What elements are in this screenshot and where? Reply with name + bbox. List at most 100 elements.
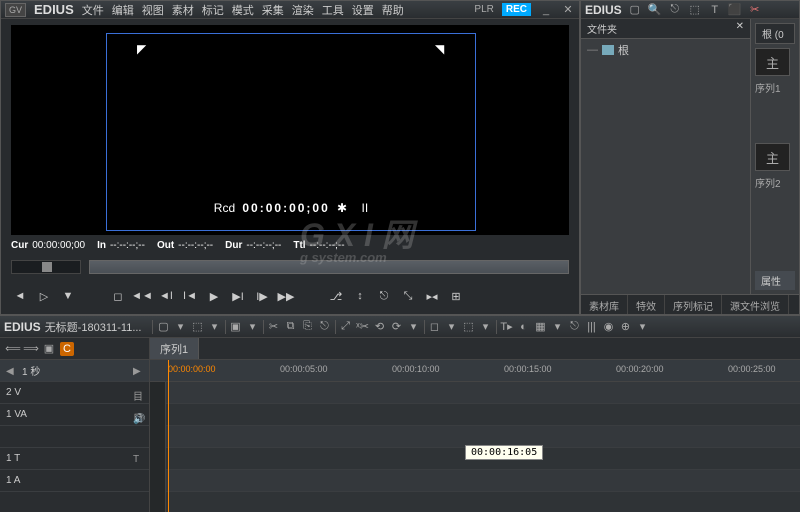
plr-label[interactable]: PLR (474, 4, 493, 15)
transport-btn-14[interactable]: ⤡ (399, 287, 417, 305)
bin-tool-5[interactable]: ⬛ (728, 3, 742, 17)
tl-toolbar-14[interactable]: ▾ (407, 320, 421, 334)
tl-toolbar-21[interactable]: ▦ (534, 320, 548, 334)
properties-row[interactable]: 属性 (755, 271, 795, 290)
viewport[interactable]: ◤ ◥ Rcd 00:00:00;00 ✱ II (11, 25, 569, 235)
tl-ctrl-2[interactable]: ▣ (42, 342, 56, 356)
tl-toolbar-25[interactable]: ◉ (602, 320, 616, 334)
transport-btn-13[interactable]: ⎋ (375, 287, 393, 305)
jog-slider[interactable] (11, 260, 81, 274)
tl-ctrl-c[interactable]: C (60, 342, 74, 356)
menu-view[interactable]: 视图 (142, 2, 164, 18)
menu-tools[interactable]: 工具 (322, 2, 344, 18)
tl-toolbar-19[interactable]: T▸ (500, 320, 514, 334)
tl-toolbar-15[interactable]: ◻ (428, 320, 442, 334)
track-header-0[interactable]: ◀1 秒▶ (0, 360, 149, 382)
track-lane[interactable] (150, 404, 800, 426)
menu-edit[interactable]: 编辑 (112, 2, 134, 18)
transport-btn-11[interactable]: ⎇ (327, 287, 345, 305)
tl-toolbar-1[interactable]: ▾ (174, 320, 188, 334)
tl-toolbar-16[interactable]: ▾ (445, 320, 459, 334)
tl-toolbar-26[interactable]: ⊕ (619, 320, 633, 334)
tl-toolbar-22[interactable]: ▾ (551, 320, 565, 334)
tab-browse[interactable]: 源文件浏览 (722, 295, 789, 314)
tl-toolbar-3[interactable]: ▾ (208, 320, 222, 334)
bin-tool-0[interactable]: ▢ (628, 3, 642, 17)
transport-btn-9[interactable]: I▶ (253, 287, 271, 305)
track-header-3[interactable] (0, 426, 149, 448)
tl-toolbar-24[interactable]: ||| (585, 320, 599, 334)
tl-toolbar-10[interactable]: ⤢ (339, 320, 353, 334)
track-lane[interactable] (150, 382, 800, 404)
bin-tool-2[interactable]: ⎋ (668, 3, 682, 17)
menu-mode[interactable]: 模式 (232, 2, 254, 18)
transport-btn-7[interactable]: ▶ (205, 287, 223, 305)
track-header-2 V[interactable]: 2 V目 (0, 382, 149, 404)
playhead[interactable] (168, 360, 169, 512)
tab-effects[interactable]: 特效 (628, 295, 665, 314)
tl-toolbar-4[interactable]: ▣ (229, 320, 243, 334)
text-tool-icon[interactable]: T (708, 3, 722, 17)
tl-toolbar-5[interactable]: ▾ (246, 320, 260, 334)
tab-markers[interactable]: 序列标记 (665, 295, 722, 314)
tl-toolbar-20[interactable]: ◐ (517, 320, 531, 334)
menu-clip[interactable]: 素材 (172, 2, 194, 18)
minimize-icon[interactable]: _ (539, 4, 553, 16)
transport-btn-4[interactable]: ◄◄ (133, 287, 151, 305)
tl-toolbar-6[interactable]: ✂ (267, 320, 281, 334)
transport-btn-8[interactable]: ▶I (229, 287, 247, 305)
tl-toolbar-17[interactable]: ⬚ (462, 320, 476, 334)
menu-marker[interactable]: 标记 (202, 2, 224, 18)
menu-file[interactable]: 文件 (82, 2, 104, 18)
sequence-thumb-2[interactable]: 主 (755, 143, 790, 171)
tab-library[interactable]: 素材库 (581, 295, 628, 314)
tl-toolbar-18[interactable]: ▾ (479, 320, 493, 334)
track-lane[interactable] (150, 470, 800, 492)
shuttle-slider[interactable] (89, 260, 569, 274)
folder-root[interactable]: —根 (581, 39, 750, 61)
tl-toolbar-27[interactable]: ▾ (636, 320, 650, 334)
menu-settings[interactable]: 设置 (352, 2, 374, 18)
tl-ctrl-1[interactable]: ⟹ (24, 342, 38, 356)
tl-toolbar-0[interactable]: ▢ (157, 320, 171, 334)
transport-btn-5[interactable]: ◄I (157, 287, 175, 305)
sequence-tab[interactable]: 序列1 (150, 338, 199, 359)
tl-toolbar-23[interactable]: ⎋ (568, 320, 582, 334)
transport-btn-10[interactable]: ▶▶ (277, 287, 295, 305)
track-content[interactable]: 00:00:00:0000:00:05:0000:00:10:0000:00:1… (150, 360, 800, 512)
menu-help[interactable]: 帮助 (382, 2, 404, 18)
close-icon[interactable]: ✕ (561, 4, 575, 16)
tl-toolbar-7[interactable]: ⧉ (284, 320, 298, 334)
ruler-tc: 00:00:25:00 (728, 364, 776, 374)
search-icon[interactable]: 🔍 (648, 3, 662, 17)
rec-label[interactable]: REC (502, 3, 531, 16)
tl-toolbar-8[interactable]: ⎘ (301, 320, 315, 334)
menu-bar: GV EDIUS 文件 编辑 视图 素材 标记 模式 采集 渲染 工具 设置 帮… (1, 1, 579, 19)
tl-toolbar-13[interactable]: ⟳ (390, 320, 404, 334)
tl-toolbar-12[interactable]: ⟲ (373, 320, 387, 334)
menu-capture[interactable]: 采集 (262, 2, 284, 18)
transport-btn-12[interactable]: ↕ (351, 287, 369, 305)
close-icon[interactable]: ✕ (736, 21, 744, 36)
transport-btn-3[interactable]: ◻ (109, 287, 127, 305)
tl-toolbar-2[interactable]: ⬚ (191, 320, 205, 334)
tl-ctrl-0[interactable]: ⟸ (6, 342, 20, 356)
transport-btn-16[interactable]: ⊞ (447, 287, 465, 305)
tl-toolbar-9[interactable]: ⎋ (318, 320, 332, 334)
ruler-tc: 00:00:05:00 (280, 364, 328, 374)
track-header-1 T[interactable]: 1 TT (0, 448, 149, 470)
transport-btn-0[interactable]: ◄ (11, 287, 29, 305)
transport-btn-6[interactable]: I◄ (181, 287, 199, 305)
transport-btn-2[interactable]: ▼ (59, 287, 77, 305)
bin-tool-3[interactable]: ⬚ (688, 3, 702, 17)
folder-pane: 文件夹✕ —根 (581, 19, 751, 294)
thumb-tab: 根 (0 (755, 23, 795, 44)
transport-btn-1[interactable]: ▷ (35, 287, 53, 305)
track-header-1 A[interactable]: 1 A (0, 470, 149, 492)
transport-btn-15[interactable]: ▸◂ (423, 287, 441, 305)
tl-toolbar-11[interactable]: ˣ✂ (356, 320, 370, 334)
menu-render[interactable]: 渲染 (292, 2, 314, 18)
sequence-thumb-1[interactable]: 主 (755, 48, 790, 76)
scissors-icon[interactable]: ✂ (748, 3, 762, 17)
track-header-1 VA[interactable]: 1 VA目🔊 (0, 404, 149, 426)
